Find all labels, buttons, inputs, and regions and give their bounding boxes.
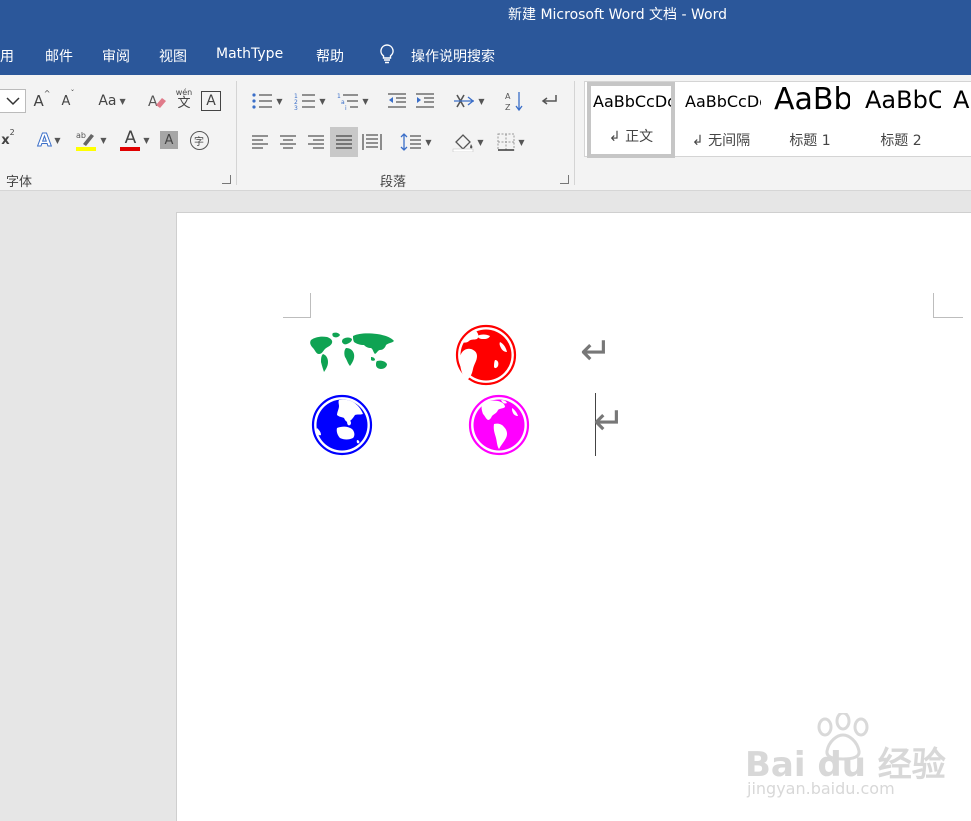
bullets-button[interactable]: ▼ [249, 89, 285, 113]
indent-icon [416, 93, 434, 108]
title-bar: 新建 Microsoft Word 文档 - Word [0, 0, 971, 28]
justify-icon [336, 135, 352, 149]
watermark-url: jingyan.baidu.com [747, 779, 895, 798]
shading-button[interactable]: ▼ [449, 130, 487, 154]
clear-format-button[interactable]: A [146, 89, 168, 113]
multilevel-list-button[interactable]: 1 a i ▼ [335, 89, 371, 113]
font-dialog-launcher[interactable] [222, 175, 231, 184]
svg-text:i: i [345, 105, 347, 110]
paragraph-group-label: 段落 [380, 175, 407, 190]
svg-text:ab: ab [76, 131, 86, 140]
decrease-indent-button[interactable] [386, 89, 408, 113]
world-map-icon[interactable] [309, 330, 395, 374]
outdent-icon [388, 93, 406, 108]
borders-icon [497, 133, 515, 151]
tell-me-search[interactable]: 操作说明搜索 [411, 46, 495, 66]
paint-bucket-icon [453, 134, 474, 152]
distributed-icon [362, 134, 382, 150]
style-title[interactable]: A [949, 82, 971, 158]
change-case-button[interactable]: Aa ▼ [94, 89, 130, 113]
svg-text:Z: Z [505, 103, 511, 112]
tab-mailings[interactable]: 邮件 [45, 46, 73, 66]
ribbon-tabs: 用 邮件 审阅 视图 MathType 帮助 操作说明搜索 [0, 28, 971, 75]
group-separator [574, 81, 575, 185]
sort-button[interactable]: AZ [503, 89, 525, 113]
document-page[interactable]: ↵ ↵ Bai du 经验 jingyan.baidu.com [176, 212, 971, 821]
svg-text:3: 3 [294, 105, 298, 110]
tab-view[interactable]: 视图 [159, 46, 187, 66]
increase-indent-button[interactable] [414, 89, 436, 113]
word-window: 新建 Microsoft Word 文档 - Word 用 邮件 审阅 视图 M… [0, 0, 971, 821]
superscript-button[interactable]: x2 [0, 128, 16, 152]
shrink-font-button[interactable]: Aˇ [58, 89, 78, 113]
align-left-button[interactable] [249, 130, 271, 154]
style-heading-2[interactable]: AaBbC 标题 2 [861, 82, 941, 158]
font-group-label: 字体 [6, 175, 33, 190]
tab-help[interactable]: 帮助 [316, 46, 344, 66]
multilevel-list-icon: 1ai [337, 93, 359, 110]
style-no-spacing[interactable]: AaBbCcDc ↲ 无间隔 [681, 82, 761, 158]
asian-layout-icon [454, 94, 475, 108]
numbering-button[interactable]: 1 2 3 ▼ [292, 89, 328, 113]
align-center-button[interactable] [277, 130, 299, 154]
distributed-button[interactable] [361, 130, 383, 154]
tab-review[interactable]: 审阅 [102, 46, 130, 66]
chevron-down-icon [5, 97, 20, 106]
paragraph-mark-icon [541, 95, 557, 105]
bullet-list-icon [252, 93, 273, 109]
globe-asia-icon[interactable] [311, 394, 373, 456]
sort-icon: AZ [505, 92, 523, 112]
numbered-list-icon: 123 [294, 93, 316, 110]
align-center-icon [280, 135, 296, 149]
phonetic-guide-button[interactable]: wén 文 [174, 87, 194, 111]
margin-corner-top-left [283, 293, 311, 318]
line-spacing-button[interactable]: ▼ [398, 130, 434, 154]
line-spacing-icon [400, 133, 422, 151]
margin-corner-top-right [933, 293, 963, 318]
tab-mathtype[interactable]: MathType [216, 46, 283, 62]
eraser-icon: A [148, 94, 166, 110]
lightbulb-icon[interactable] [378, 43, 396, 69]
group-separator [236, 81, 237, 185]
globe-africa-icon[interactable] [455, 324, 517, 386]
character-shading-button[interactable]: A [160, 128, 178, 152]
show-hide-marks-button[interactable] [538, 89, 560, 113]
paragraph-mark: ↵ [580, 329, 612, 373]
styles-gallery: AaBbCcDc ↲ 正文 AaBbCcDc ↲ 无间隔 AaBb 标题 1 A… [584, 81, 971, 158]
paragraph-dialog-launcher[interactable] [560, 175, 569, 184]
globe-americas-icon[interactable] [468, 394, 530, 456]
paragraph-mark: ↵ [593, 399, 625, 443]
highlight-color-button[interactable]: ab ▼ [72, 128, 110, 152]
highlighter-icon: ab [76, 131, 97, 151]
font-size-dropdown[interactable] [0, 89, 26, 113]
enclose-characters-button[interactable]: 字 [188, 128, 210, 152]
tab-references[interactable]: 用 [0, 46, 14, 66]
font-color-button[interactable]: A ▼ [116, 128, 154, 152]
align-right-button[interactable] [305, 130, 327, 154]
borders-button[interactable]: ▼ [493, 130, 529, 154]
justify-button[interactable] [330, 127, 358, 157]
svg-text:A: A [505, 92, 511, 101]
character-border-button[interactable]: A [200, 89, 222, 113]
window-title: 新建 Microsoft Word 文档 - Word [508, 7, 727, 23]
align-right-icon [308, 135, 324, 149]
svg-text:A: A [148, 94, 158, 110]
text-effects-button[interactable]: A ▼ [32, 128, 66, 152]
style-normal[interactable]: AaBbCcDc ↲ 正文 [587, 82, 675, 158]
grow-font-button[interactable]: A ^ [32, 89, 52, 113]
style-heading-1[interactable]: AaBb 标题 1 [770, 82, 850, 158]
chinese-layout-button[interactable]: ▼ [452, 89, 486, 113]
ribbon: A ^ Aˇ Aa ▼ A wén 文 A x2 A ▼ ab ▼ A ▼ A 字 字体 [0, 75, 971, 191]
align-left-icon [252, 135, 268, 149]
